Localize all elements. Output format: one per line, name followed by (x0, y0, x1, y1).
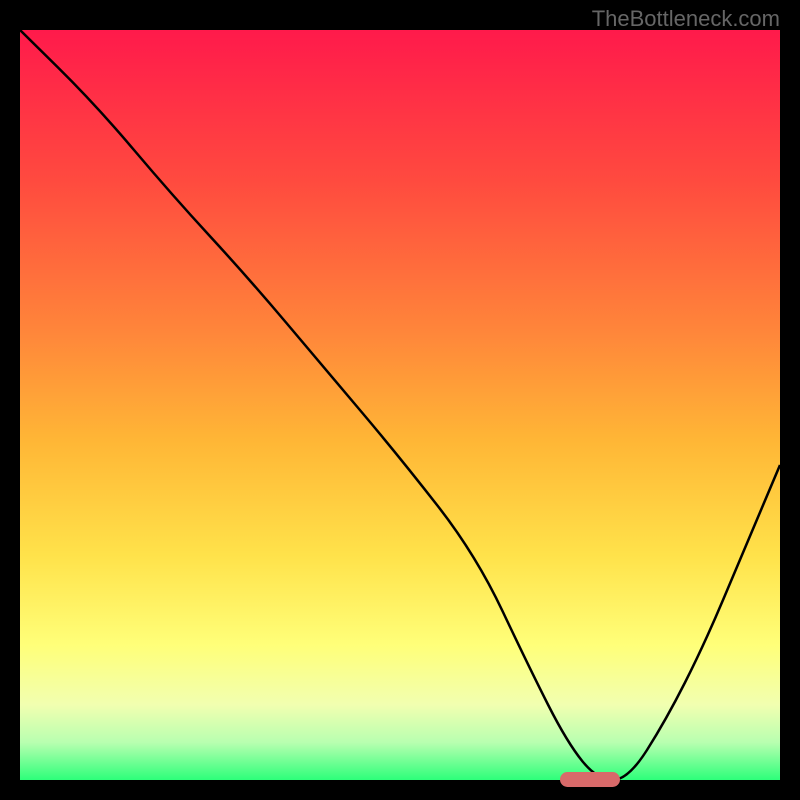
bottleneck-curve (20, 30, 780, 780)
bottleneck-plot (20, 30, 780, 780)
watermark-text: TheBottleneck.com (592, 6, 780, 32)
optimum-marker (560, 772, 620, 787)
